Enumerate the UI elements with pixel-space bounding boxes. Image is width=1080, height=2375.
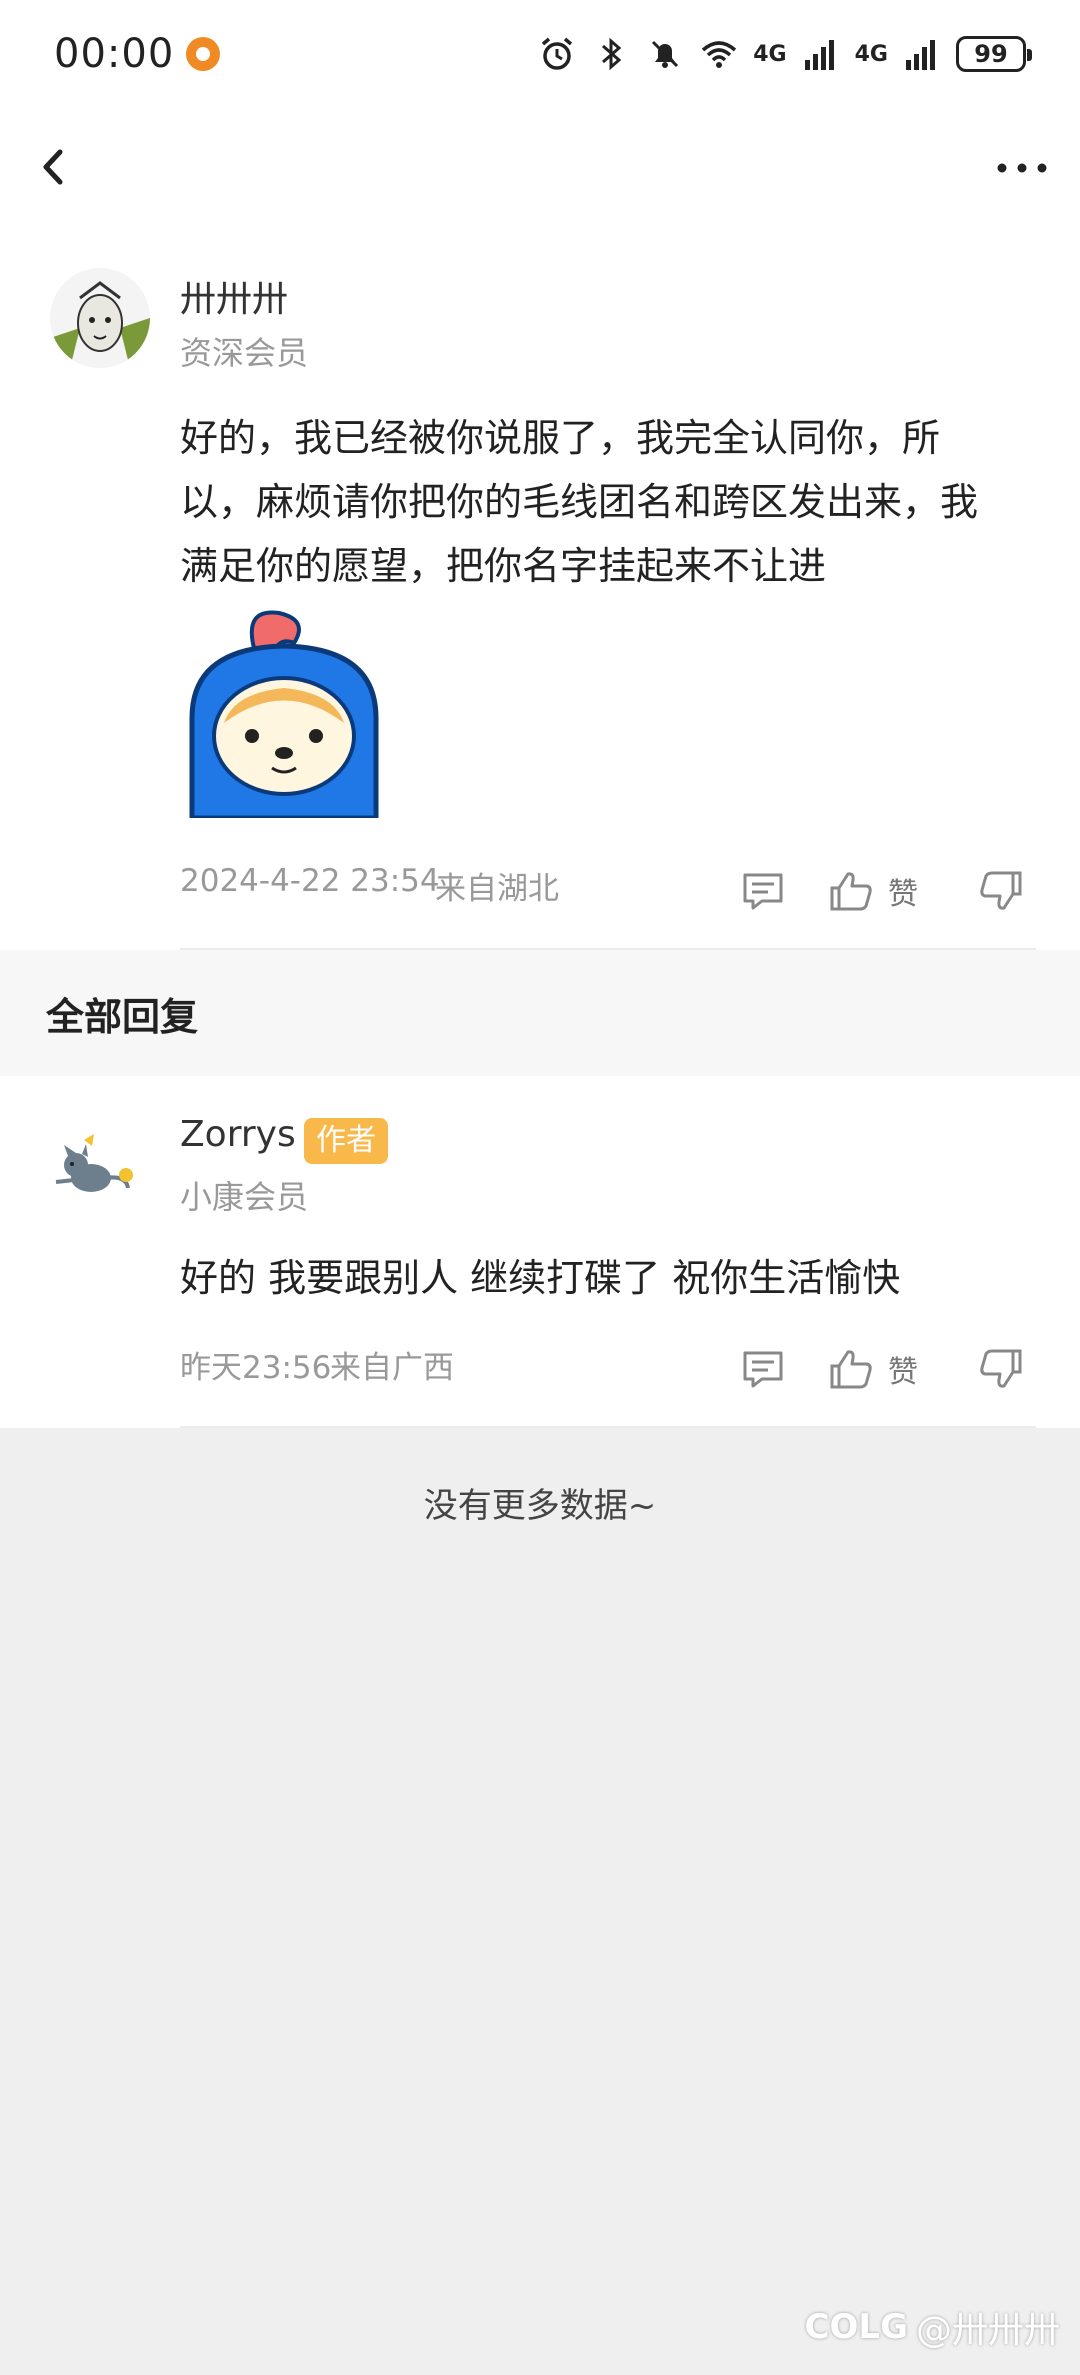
signal-icon-1 (804, 40, 834, 70)
reply-like-button[interactable]: 赞 (828, 1346, 918, 1392)
main-comment: 卅卅卅 资深会员 好的，我已经被你说服了，我完全认同你，所 以，麻烦请你把你的毛… (0, 228, 1080, 950)
like-label: 赞 (888, 877, 918, 912)
user-level: 资深会员 (180, 334, 309, 372)
user-name[interactable]: 卅卅卅 (180, 270, 288, 322)
signal-icon-2 (906, 40, 935, 70)
network-label-1: 4G (753, 41, 787, 67)
comment-icon (743, 1351, 783, 1388)
reply-dislike-button[interactable] (978, 1346, 1024, 1392)
sticker-image[interactable] (184, 608, 394, 818)
no-more-data-text: 没有更多数据~ (423, 1486, 657, 1526)
reply-text: 好的 我要跟别人 继续打碟了 祝你生活愉快 (180, 1256, 901, 1300)
thumbs-up-icon (830, 872, 872, 911)
network-label-2: 4G (854, 41, 888, 67)
divider (180, 1426, 1036, 1428)
dislike-button[interactable] (978, 868, 1024, 914)
comment-detail-page: 00:00 4G 4G 99 卅卅卅 资深会员 好的，我已经被你说服了，我完全认… (0, 0, 1080, 2375)
comment-text-line: 满足你的愿望，把你名字挂起来不让进 (180, 544, 827, 588)
comment-text-line: 好的，我已经被你说服了，我完全认同你，所 (180, 416, 941, 460)
thumbs-up-icon (830, 1350, 872, 1389)
status-time: 00:00 (54, 31, 175, 77)
user-avatar[interactable] (50, 268, 150, 368)
bluetooth-icon (602, 37, 622, 71)
thumbs-down-icon (980, 1349, 1022, 1388)
reply-timestamp: 昨天23:56 (180, 1350, 332, 1386)
alarm-icon (542, 37, 573, 70)
comment-location: 来自湖北 (435, 871, 559, 907)
watermark: COLG @卅卅卅 (805, 2301, 1060, 2353)
section-title: 全部回复 (46, 994, 199, 1039)
status-bar: 00:00 4G 4G 99 (0, 0, 1080, 108)
reply-user-avatar[interactable] (46, 1120, 146, 1220)
thumbs-down-icon (980, 871, 1022, 910)
reply-item: Zorrys 作者 小康会员 好的 我要跟别人 继续打碟了 祝你生活愉快 昨天2… (0, 1076, 1080, 1428)
comment-text-line: 以，麻烦请你把你的毛线团名和跨区发出来，我 (180, 480, 979, 524)
watermark-logo: COLG (804, 2307, 908, 2347)
mute-bell-icon (652, 40, 679, 68)
reply-button[interactable] (740, 868, 786, 914)
watermark-text: @卅卅卅 (915, 2310, 1060, 2351)
reply-location: 来自广西 (330, 1350, 454, 1386)
comment-timestamp: 2024-4-22 23:54 (180, 863, 440, 899)
top-navigation (0, 108, 1080, 228)
battery-indicator: 99 (956, 36, 1032, 72)
reply-reply-button[interactable] (740, 1346, 786, 1392)
all-replies-header: 全部回复 (0, 950, 1080, 1076)
like-label: 赞 (888, 1355, 918, 1390)
like-button[interactable]: 赞 (828, 868, 918, 914)
app-notification-icon (186, 37, 221, 71)
more-options-icon[interactable] (992, 148, 1052, 188)
reply-user-level: 小康会员 (180, 1178, 309, 1216)
comment-text: 好的，我已经被你说服了，我完全认同你，所 以，麻烦请你把你的毛线团名和跨区发出来… (180, 406, 1030, 598)
back-arrow-icon[interactable] (30, 142, 80, 192)
author-badge: 作者 (304, 1118, 388, 1164)
status-icons: 4G 4G 99 (537, 34, 1032, 74)
reply-user-name[interactable]: Zorrys (180, 1114, 296, 1155)
comment-icon (743, 873, 783, 910)
wifi-icon (702, 41, 737, 68)
